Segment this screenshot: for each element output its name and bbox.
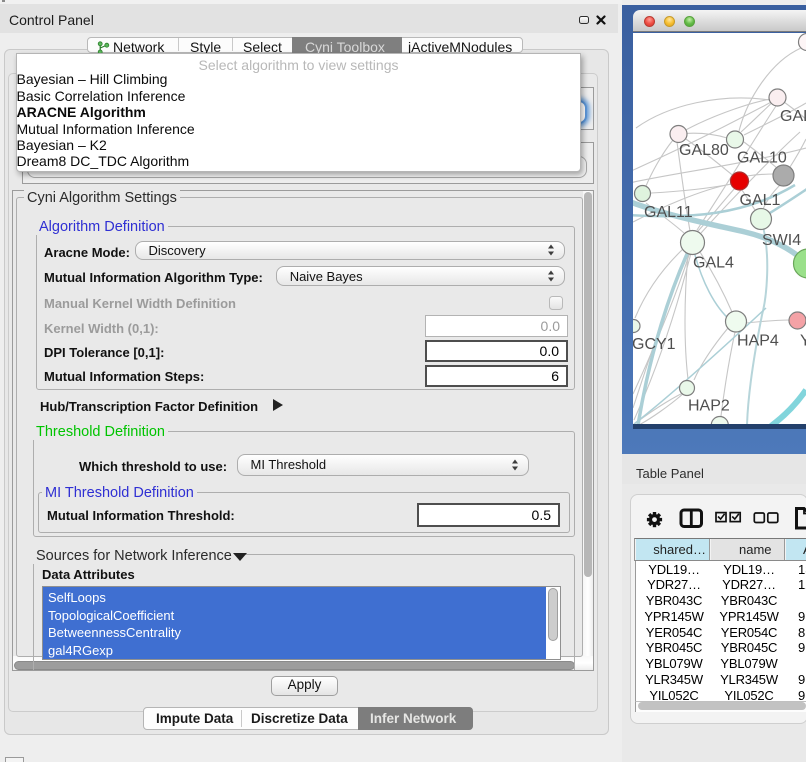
svg-text:GCY1: GCY1	[633, 336, 676, 353]
svg-text:GAL80: GAL80	[679, 142, 729, 159]
svg-text:GAL4: GAL4	[693, 255, 734, 272]
svg-text:HAP2: HAP2	[688, 398, 730, 415]
svg-text:GAL2: GAL2	[780, 108, 806, 125]
svg-text:HAP4: HAP4	[737, 333, 779, 350]
svg-text:GAL10: GAL10	[737, 150, 787, 167]
svg-text:SWI4: SWI4	[762, 232, 801, 249]
svg-text:GAL11: GAL11	[644, 204, 693, 221]
svg-text:YJ: YJ	[800, 333, 806, 350]
svg-text:GAL1: GAL1	[740, 192, 781, 209]
